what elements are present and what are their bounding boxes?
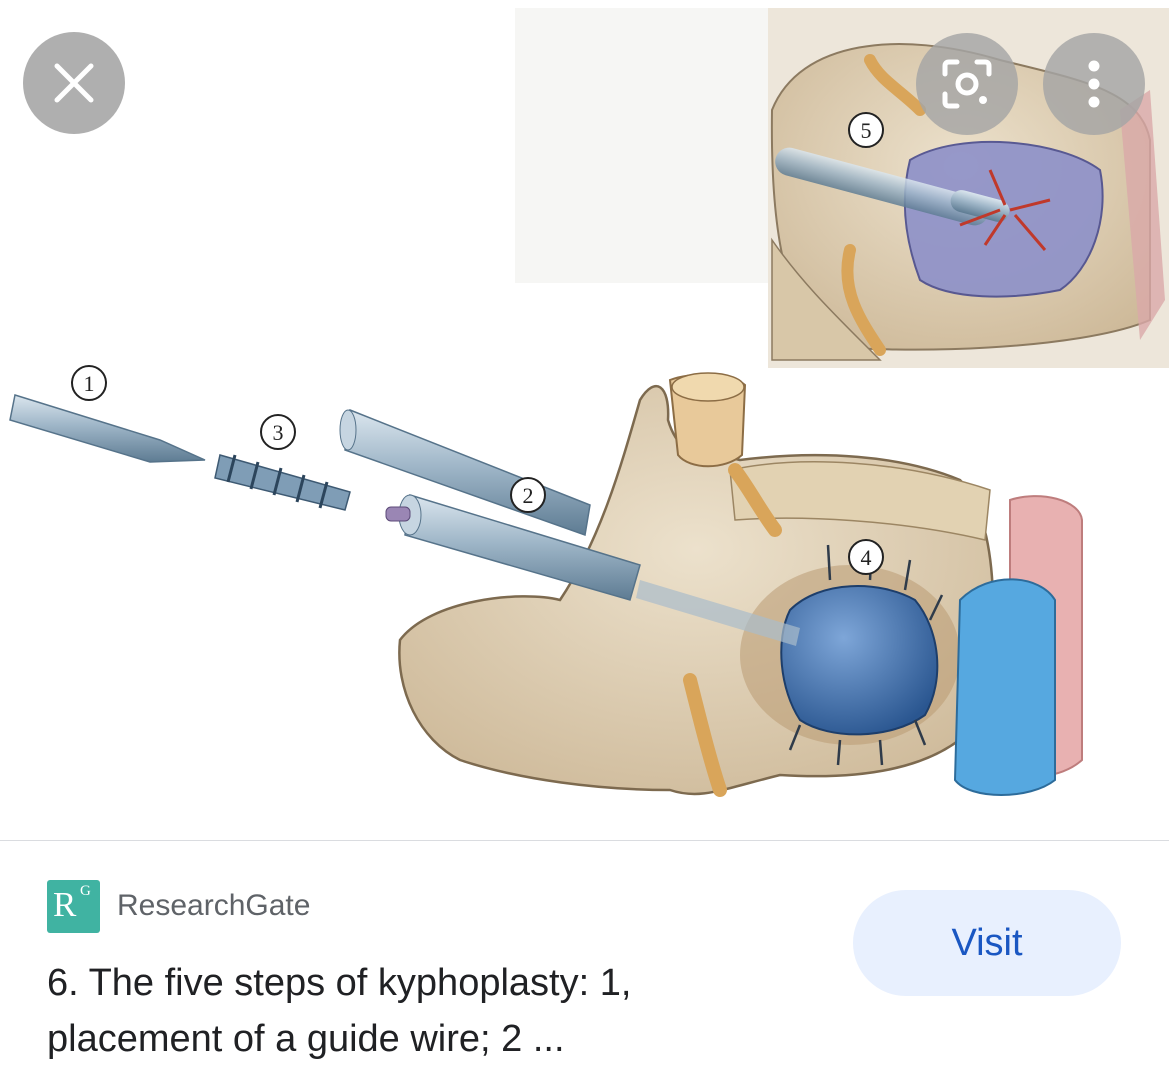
close-button[interactable] xyxy=(23,32,125,134)
label-3: 3 xyxy=(273,420,284,445)
visit-button[interactable]: Visit xyxy=(853,890,1121,996)
logo-letter: R xyxy=(53,884,77,924)
label-2: 2 xyxy=(523,483,534,508)
google-lens-icon xyxy=(942,59,992,109)
researchgate-logo: R G xyxy=(47,879,100,933)
divider xyxy=(0,840,1169,841)
source-name: ResearchGate xyxy=(117,889,311,922)
result-title[interactable]: 6. The five steps of kyphoplasty: 1, pla… xyxy=(47,955,807,1067)
label-4: 4 xyxy=(861,545,872,570)
image-viewer: 5 4 1 3 2 xyxy=(0,0,1169,840)
logo-superscript: G xyxy=(80,882,91,899)
label-5: 5 xyxy=(861,118,872,143)
source-row[interactable]: R G ResearchGate xyxy=(47,879,311,933)
close-icon xyxy=(54,63,94,103)
drill: 3 xyxy=(214,414,351,511)
more-options-button[interactable] xyxy=(1043,33,1145,135)
more-vert-icon xyxy=(1088,60,1100,108)
lens-search-button[interactable] xyxy=(916,33,1018,135)
main-vertebra: 4 xyxy=(398,372,995,797)
guide-wire: 1 xyxy=(9,365,206,463)
label-1: 1 xyxy=(84,371,95,396)
